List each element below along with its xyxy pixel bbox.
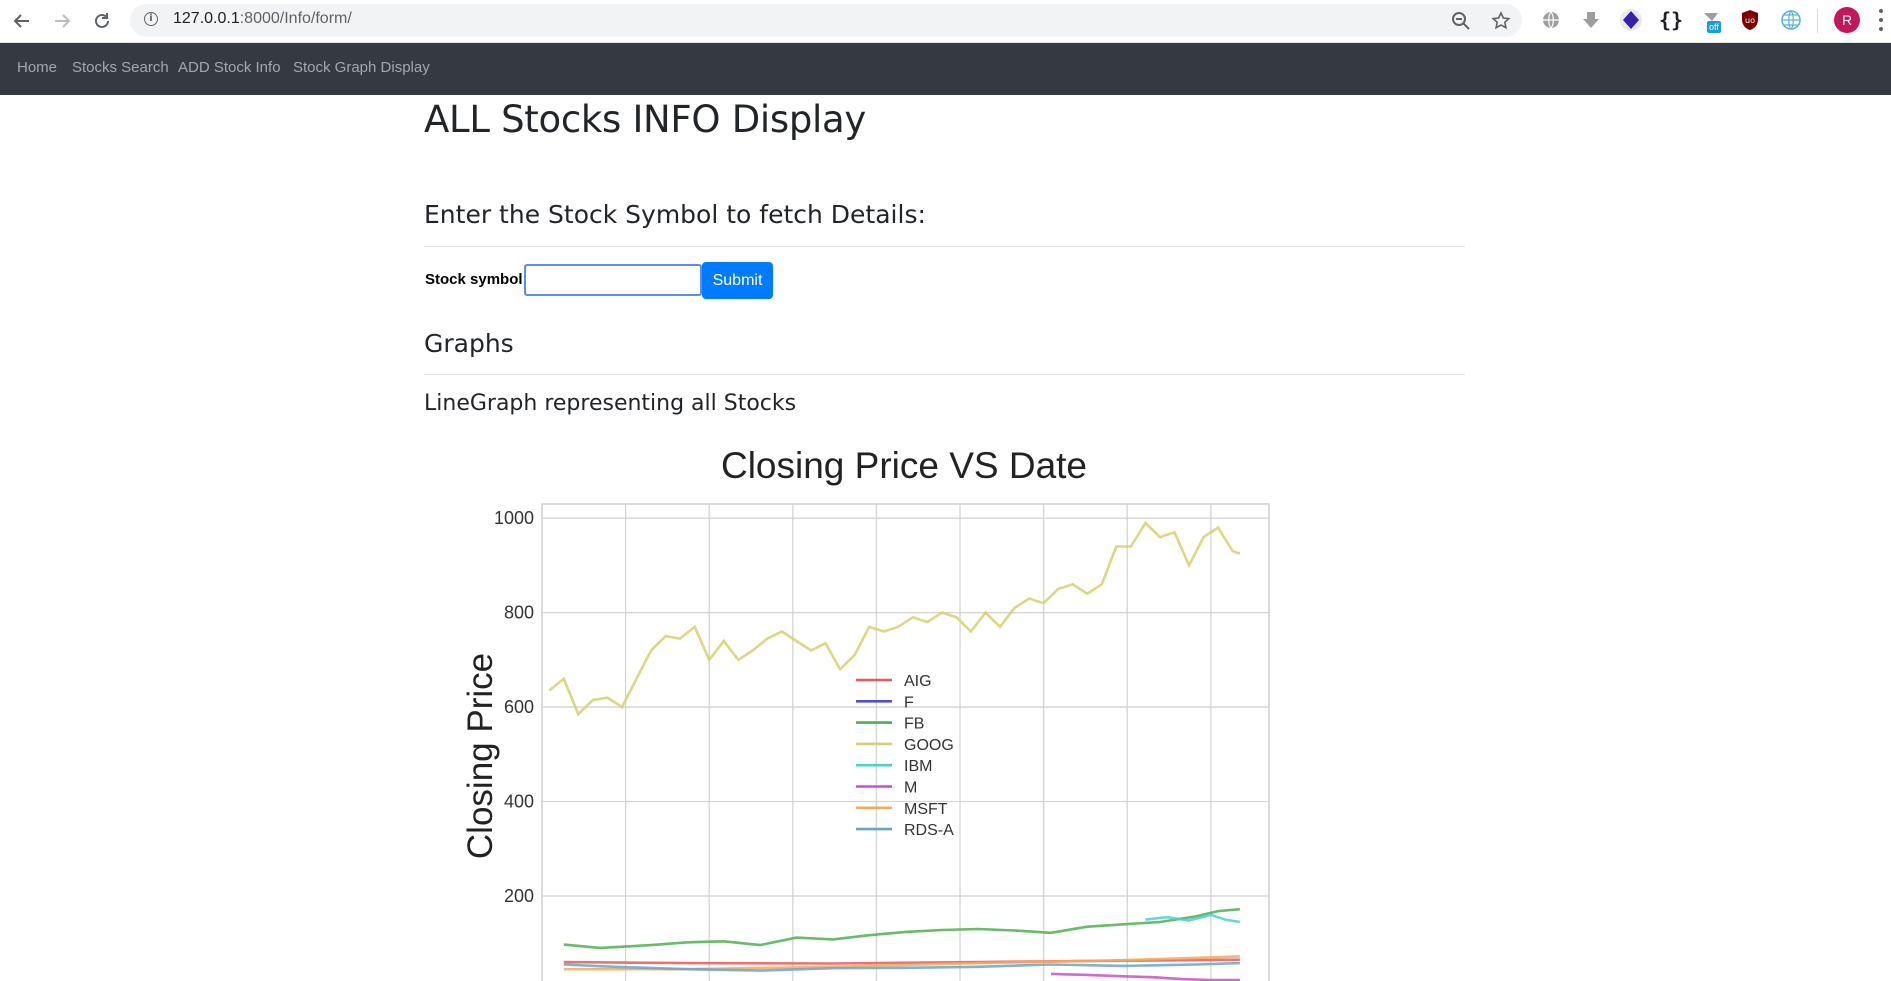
forward-icon[interactable]: [47, 6, 77, 36]
address-bar[interactable]: i 127.0.0.1:8000/Info/form/: [130, 4, 1522, 37]
network-globe-icon[interactable]: [1778, 7, 1804, 33]
cube-extension-icon[interactable]: [1618, 7, 1644, 33]
json-formatter-icon[interactable]: {}: [1658, 7, 1684, 33]
browser-toolbar: i 127.0.0.1:8000/Info/form/ {} off uo R: [0, 0, 1891, 43]
legend-label: RDS-A: [904, 822, 954, 839]
site-navbar: Home Stocks Search ADD Stock Info Stock …: [0, 43, 1891, 95]
y-tick-label: 1000: [494, 508, 534, 528]
toolbar-divider: [1817, 9, 1818, 33]
nav-add-stock-info-link[interactable]: ADD Stock Info: [178, 59, 281, 76]
nav-home-link[interactable]: Home: [17, 59, 57, 76]
ublock-shield-icon[interactable]: uo: [1737, 7, 1763, 33]
stock-symbol-label: Stock symbol:: [425, 271, 528, 288]
graphs-heading-divider: [424, 374, 1465, 375]
chart-canvas: Closing Price VS Date Closing Price 200 4…: [461, 445, 1270, 981]
form-heading: Enter the Stock Symbol to fetch Details:: [424, 200, 926, 229]
download-extension-icon[interactable]: [1578, 7, 1604, 33]
legend-label: F: [904, 694, 914, 711]
y-tick-label: 600: [504, 697, 534, 717]
nav-stock-graph-display-link[interactable]: Stock Graph Display: [293, 59, 430, 76]
legend-label: FB: [904, 716, 924, 733]
url-host: 127.0.0.1: [173, 10, 240, 27]
submit-button[interactable]: Submit: [702, 262, 773, 299]
address-url: 127.0.0.1:8000/Info/form/: [173, 10, 352, 28]
url-path: :8000/Info/form/: [239, 10, 352, 27]
nav-stocks-search-link[interactable]: Stocks Search: [72, 59, 169, 76]
page-title: ALL Stocks INFO Display: [424, 98, 866, 141]
legend-label: AIG: [904, 673, 932, 690]
graph-subheading: LineGraph representing all Stocks: [424, 391, 797, 416]
profile-avatar[interactable]: R: [1834, 7, 1860, 33]
legend-label: MSFT: [904, 801, 948, 818]
site-info-icon[interactable]: i: [144, 12, 158, 26]
y-tick-label: 200: [504, 886, 534, 906]
browser-menu-icon[interactable]: [1878, 9, 1884, 31]
y-tick-label: 400: [504, 792, 534, 812]
chart-y-axis-label: Closing Price: [461, 653, 500, 859]
reload-icon[interactable]: [87, 6, 117, 36]
bookmark-star-icon[interactable]: [1489, 9, 1513, 33]
closing-price-chart: Closing Price VS Date Closing Price 200 4…: [424, 440, 1304, 981]
legend-label: IBM: [904, 758, 932, 775]
zoom-icon[interactable]: [1449, 9, 1473, 33]
form-heading-divider: [424, 246, 1465, 247]
legend-label: GOOG: [904, 737, 954, 754]
chart-title: Closing Price VS Date: [721, 445, 1087, 486]
svg-text:uo: uo: [1745, 16, 1755, 25]
y-tick-label: 800: [504, 603, 534, 623]
off-extension-icon[interactable]: off: [1700, 7, 1726, 33]
legend-label: M: [904, 780, 917, 797]
globe-extension-icon[interactable]: [1538, 7, 1564, 33]
graphs-heading: Graphs: [424, 329, 514, 358]
extension-off-badge: off: [1707, 21, 1721, 33]
back-icon[interactable]: [7, 6, 37, 36]
stock-symbol-input[interactable]: [524, 264, 702, 296]
